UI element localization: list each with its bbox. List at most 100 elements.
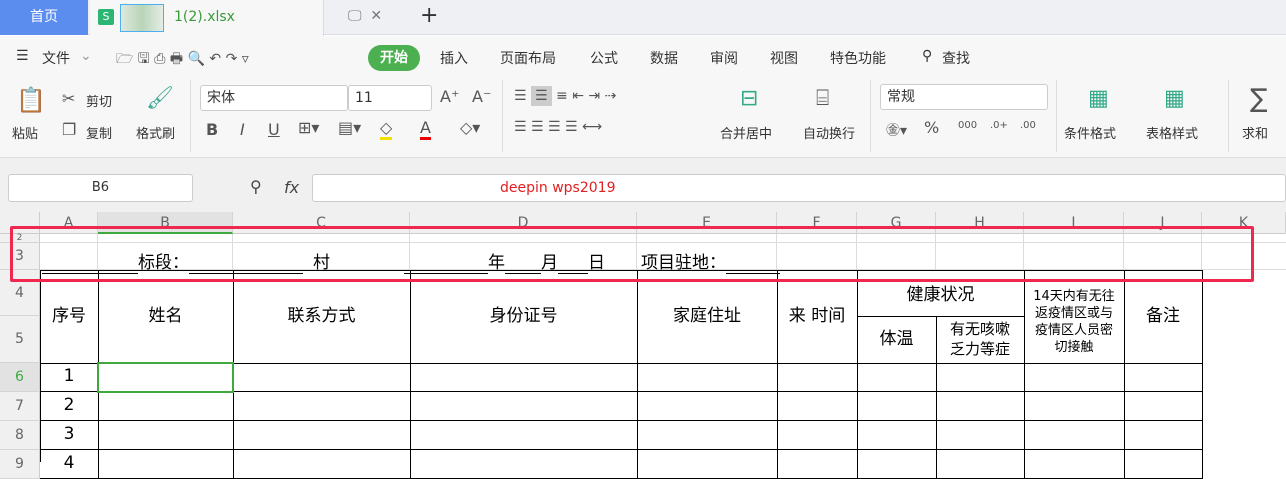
quick-access-icons[interactable]: 🗁 🖫 ⎙ 🖶 🔍 ↶ ↷ ▿ <box>116 48 249 72</box>
formula-input[interactable] <box>312 174 1286 202</box>
header-contact[interactable]: 联系方式 <box>233 270 411 364</box>
cell-J9[interactable] <box>1124 449 1203 479</box>
copy-button[interactable]: 复制 <box>86 123 112 142</box>
format-painter-button[interactable]: 格式刷 <box>136 123 175 142</box>
header-14day-contact[interactable]: 14天内有无往返疫情区或与疫情区人员密切接触 <box>1024 270 1125 364</box>
row-header-9[interactable]: 9 <box>0 450 40 479</box>
sum-button[interactable]: 求和 <box>1242 123 1268 142</box>
cell-J7[interactable] <box>1124 391 1203 421</box>
menu-start[interactable]: 开始 <box>368 45 420 71</box>
cell-F6[interactable] <box>777 362 858 392</box>
tab-document[interactable]: S 1(2).xlsx 🖵 ✕ <box>90 0 382 36</box>
cell-A6[interactable]: 1 <box>40 362 99 392</box>
header-symptoms[interactable]: 有无咳嗽乏力等症 <box>936 316 1025 364</box>
header-serial[interactable]: 序号 <box>40 270 99 364</box>
percent-button[interactable]: % <box>924 118 939 137</box>
decrease-decimal-button[interactable]: .00 <box>1020 120 1036 131</box>
cell-J8[interactable] <box>1124 420 1203 450</box>
row-header-8[interactable]: 8 <box>0 421 40 450</box>
increase-font-icon[interactable]: A⁺ <box>440 87 459 106</box>
row-header-5[interactable]: 5 <box>0 316 40 363</box>
cell-D8[interactable] <box>410 420 638 450</box>
header-temperature[interactable]: 体温 <box>857 316 937 364</box>
menu-search[interactable]: 查找 <box>942 48 970 68</box>
menu-view[interactable]: 视图 <box>770 48 798 68</box>
cell-D6[interactable] <box>410 362 638 392</box>
cell-B7[interactable] <box>98 391 234 421</box>
header-address[interactable]: 家庭住址 <box>637 270 778 364</box>
increase-decimal-button[interactable]: .0+ <box>990 120 1008 131</box>
tab-home[interactable]: 首页 <box>0 0 88 35</box>
header-name[interactable]: 姓名 <box>98 270 234 364</box>
merge-center-button[interactable]: 合并居中 <box>720 123 772 142</box>
cell-G7[interactable] <box>857 391 937 421</box>
cell-E9[interactable] <box>637 449 778 479</box>
cell-style-icon[interactable]: ▤▾ <box>338 118 361 137</box>
menu-page-layout[interactable]: 页面布局 <box>500 48 556 68</box>
menu-insert[interactable]: 插入 <box>440 48 468 68</box>
paste-icon[interactable]: 📋 <box>16 86 46 114</box>
monitor-icon[interactable]: 🖵 <box>348 8 362 24</box>
cell-B9[interactable] <box>98 449 234 479</box>
fill-color-icon[interactable]: ◇ <box>380 118 393 140</box>
cell-F9[interactable] <box>777 449 858 479</box>
name-box[interactable]: B6 <box>8 174 193 202</box>
menu-formula[interactable]: 公式 <box>590 48 618 68</box>
cell-F7[interactable] <box>777 391 858 421</box>
cell-D9[interactable] <box>410 449 638 479</box>
header-id-number[interactable]: 身份证号 <box>410 270 638 364</box>
font-color-icon[interactable]: A <box>420 118 431 140</box>
font-size-select[interactable]: 11 <box>348 85 432 111</box>
cell-I6[interactable] <box>1024 362 1125 392</box>
cell-A7[interactable]: 2 <box>40 391 99 421</box>
chevron-down-icon[interactable]: ⌄ <box>80 48 92 64</box>
close-icon[interactable]: ✕ <box>370 8 382 24</box>
cell-G8[interactable] <box>857 420 937 450</box>
new-tab-button[interactable]: + <box>420 3 438 28</box>
menu-features[interactable]: 特色功能 <box>830 48 886 68</box>
cell-H9[interactable] <box>936 449 1025 479</box>
selected-cell-b6[interactable] <box>97 362 234 393</box>
decrease-font-icon[interactable]: A⁻ <box>472 87 491 106</box>
cell-G6[interactable] <box>857 362 937 392</box>
underline-button[interactable]: U <box>268 120 280 139</box>
cell-I9[interactable] <box>1024 449 1125 479</box>
cell-C6[interactable] <box>233 362 411 392</box>
cell-E8[interactable] <box>637 420 778 450</box>
zoom-icon[interactable]: ⚲ <box>250 177 262 196</box>
cell-I8[interactable] <box>1024 420 1125 450</box>
cell-E6[interactable] <box>637 362 778 392</box>
font-select[interactable]: 宋体 <box>200 85 348 111</box>
cell-I7[interactable] <box>1024 391 1125 421</box>
cell-A8[interactable]: 3 <box>40 420 99 450</box>
cell-C9[interactable] <box>233 449 411 479</box>
thousands-button[interactable]: 000 <box>958 120 977 131</box>
cell-H7[interactable] <box>936 391 1025 421</box>
cell-C7[interactable] <box>233 391 411 421</box>
cell-F8[interactable] <box>777 420 858 450</box>
align-icons-row1[interactable]: ☰ ☰ ≡ ⇤ ⇥ ⇢ <box>514 86 616 106</box>
paste-button[interactable]: 粘贴 <box>12 123 38 142</box>
align-icons-row2[interactable]: ☰ ☰ ☰ ☰ ⟷ <box>514 119 602 135</box>
menu-review[interactable]: 审阅 <box>710 48 738 68</box>
menu-data[interactable]: 数据 <box>650 48 678 68</box>
wrap-text-button[interactable]: 自动换行 <box>803 123 855 142</box>
conditional-format-button[interactable]: 条件格式 <box>1064 123 1116 142</box>
bold-button[interactable]: B <box>206 120 218 139</box>
cell-J6[interactable] <box>1124 362 1203 392</box>
cell-B8[interactable] <box>98 420 234 450</box>
menu-file[interactable]: 文件 <box>42 48 70 68</box>
header-remark[interactable]: 备注 <box>1124 270 1203 364</box>
cell-A9[interactable]: 4 <box>40 449 99 479</box>
hamburger-icon[interactable]: ☰ <box>16 48 29 64</box>
cell-E7[interactable] <box>637 391 778 421</box>
table-style-button[interactable]: 表格样式 <box>1146 123 1198 142</box>
border-icon[interactable]: ⊞▾ <box>298 118 319 137</box>
row-header-7[interactable]: 7 <box>0 392 40 421</box>
cell-H8[interactable] <box>936 420 1025 450</box>
eraser-icon[interactable]: ◇▾ <box>460 118 480 137</box>
italic-button[interactable]: I <box>240 120 245 139</box>
row-header-6[interactable]: 6 <box>0 363 40 392</box>
cut-button[interactable]: 剪切 <box>86 91 112 110</box>
cell-C8[interactable] <box>233 420 411 450</box>
